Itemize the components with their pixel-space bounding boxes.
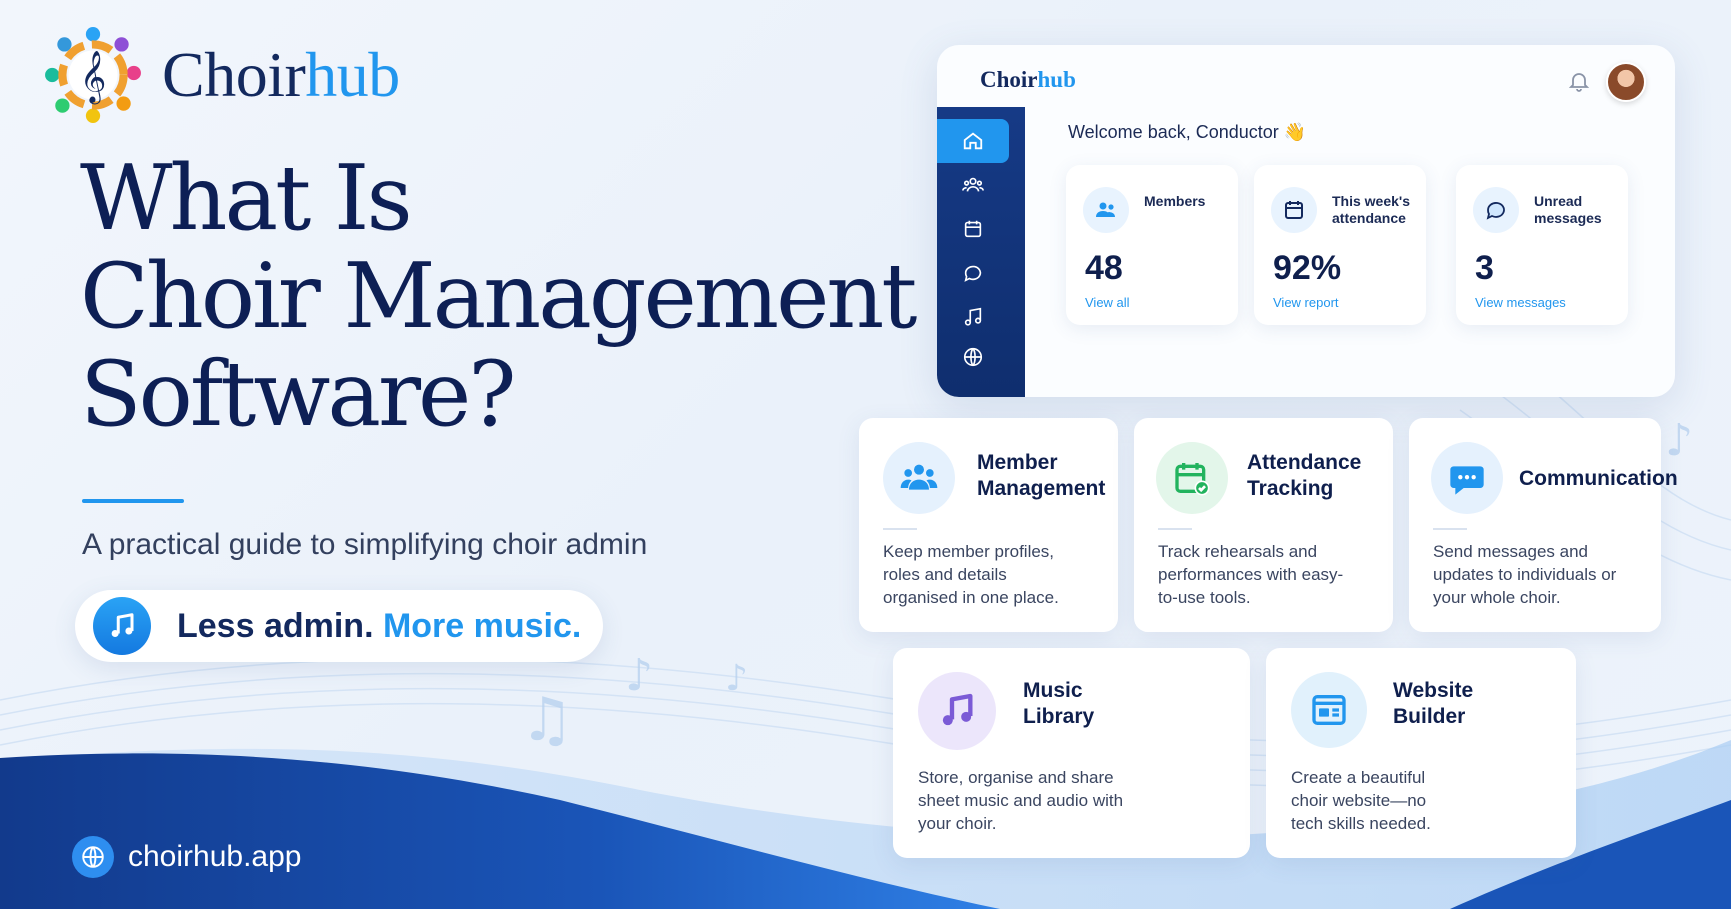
card-description: Store, organise and share sheet music an… [918, 768, 1124, 833]
stat-card-messages[interactable]: Unread messages 3 View messages [1456, 165, 1628, 325]
stat-label: Unread messages [1534, 193, 1602, 226]
music-icon [964, 307, 982, 326]
chat-bubble-icon [1431, 442, 1503, 514]
tagline: Less admin. More music. [177, 606, 582, 645]
svg-text:♪: ♪ [725, 658, 748, 699]
title-line-1: What Is [80, 146, 413, 251]
card-divider [1433, 528, 1467, 530]
sidebar-item-website[interactable] [937, 335, 1009, 379]
card-description: Create a beautiful choir website—no tech… [1291, 768, 1431, 833]
calendar-icon [1271, 187, 1317, 233]
svg-text:𝄞: 𝄞 [80, 49, 107, 104]
stat-card-attendance[interactable]: This week's attendance 92% View report [1254, 165, 1426, 325]
sidebar-item-calendar[interactable] [937, 207, 1009, 251]
calendar-icon [964, 220, 982, 238]
card-title: Member Management [977, 451, 1106, 500]
people-icon [883, 442, 955, 514]
view-all-link[interactable]: View all [1085, 295, 1130, 310]
card-description: Keep member profiles, roles and details … [883, 542, 1059, 607]
music-note-icon [918, 672, 996, 750]
brand-logo[interactable]: 𝄞 Choirhub [42, 24, 400, 126]
card-title: Music Library [1023, 679, 1095, 728]
feature-card-member-management[interactable]: Member Management Keep member profiles, … [859, 418, 1118, 632]
card-description: Track rehearsals and performances with e… [1158, 542, 1344, 607]
card-divider [1158, 528, 1192, 530]
tagline-pill: Less admin. More music. [75, 590, 603, 662]
stat-card-members[interactable]: Members 48 View all [1066, 165, 1238, 325]
dashboard-sidebar [937, 107, 1025, 397]
feature-card-attendance-tracking[interactable]: Attendance Tracking Track rehearsals and… [1134, 418, 1393, 632]
stat-label: Members [1144, 193, 1206, 209]
chat-icon [1473, 187, 1519, 233]
stat-value: 48 [1085, 249, 1123, 287]
avatar[interactable] [1606, 62, 1646, 102]
card-description: Send messages and updates to individuals… [1433, 542, 1617, 607]
sidebar-item-music[interactable] [937, 295, 1009, 339]
website-url: choirhub.app [128, 840, 302, 873]
page-title: What Is Choir Management Software? [80, 150, 930, 444]
view-report-link[interactable]: View report [1273, 295, 1339, 310]
feature-card-website-builder[interactable]: Website Builder Create a beautiful choir… [1266, 648, 1576, 858]
website-link[interactable]: choirhub.app [72, 836, 301, 878]
sidebar-item-home[interactable] [937, 119, 1009, 163]
view-messages-link[interactable]: View messages [1475, 295, 1566, 310]
card-title: Attendance Tracking [1247, 451, 1362, 500]
card-title: Website Builder [1393, 679, 1474, 728]
dashboard-preview: Choirhub Welcome back, Conductor 👋 Membe… [937, 45, 1675, 397]
stat-value: 92% [1273, 249, 1342, 287]
title-divider [82, 499, 184, 503]
members-icon [1083, 187, 1129, 233]
card-divider [883, 528, 917, 530]
bell-icon[interactable] [1567, 69, 1591, 93]
globe-icon [72, 836, 114, 878]
stat-label: This week's attendance [1332, 193, 1411, 226]
title-line-3: Software? [80, 342, 517, 447]
globe-icon [963, 347, 983, 367]
welcome-message: Welcome back, Conductor 👋 [1068, 122, 1307, 142]
home-icon [963, 132, 983, 150]
feature-card-music-library[interactable]: Music Library Store, organise and share … [893, 648, 1250, 858]
svg-text:♪: ♪ [625, 650, 653, 701]
title-line-2: Choir Management [80, 244, 917, 349]
svg-text:♪: ♪ [1665, 415, 1693, 466]
music-note-icon [93, 597, 151, 655]
calendar-check-icon [1156, 442, 1228, 514]
feature-card-communication[interactable]: Communication Send messages and updates … [1409, 418, 1678, 632]
stat-value: 3 [1475, 249, 1494, 287]
website-icon [1291, 672, 1367, 748]
svg-text:♫: ♫ [520, 685, 574, 755]
dashboard-logo[interactable]: Choirhub [980, 67, 1076, 93]
sidebar-item-messages[interactable] [937, 251, 1009, 295]
subtitle: A practical guide to simplifying choir a… [82, 528, 648, 561]
brand-name: Choirhub [162, 39, 400, 110]
sidebar-item-members[interactable] [937, 163, 1009, 207]
card-title: Communication [1519, 467, 1678, 490]
choir-logo-icon: 𝄞 [45, 27, 141, 123]
members-icon [962, 177, 984, 192]
chat-icon [964, 265, 982, 282]
